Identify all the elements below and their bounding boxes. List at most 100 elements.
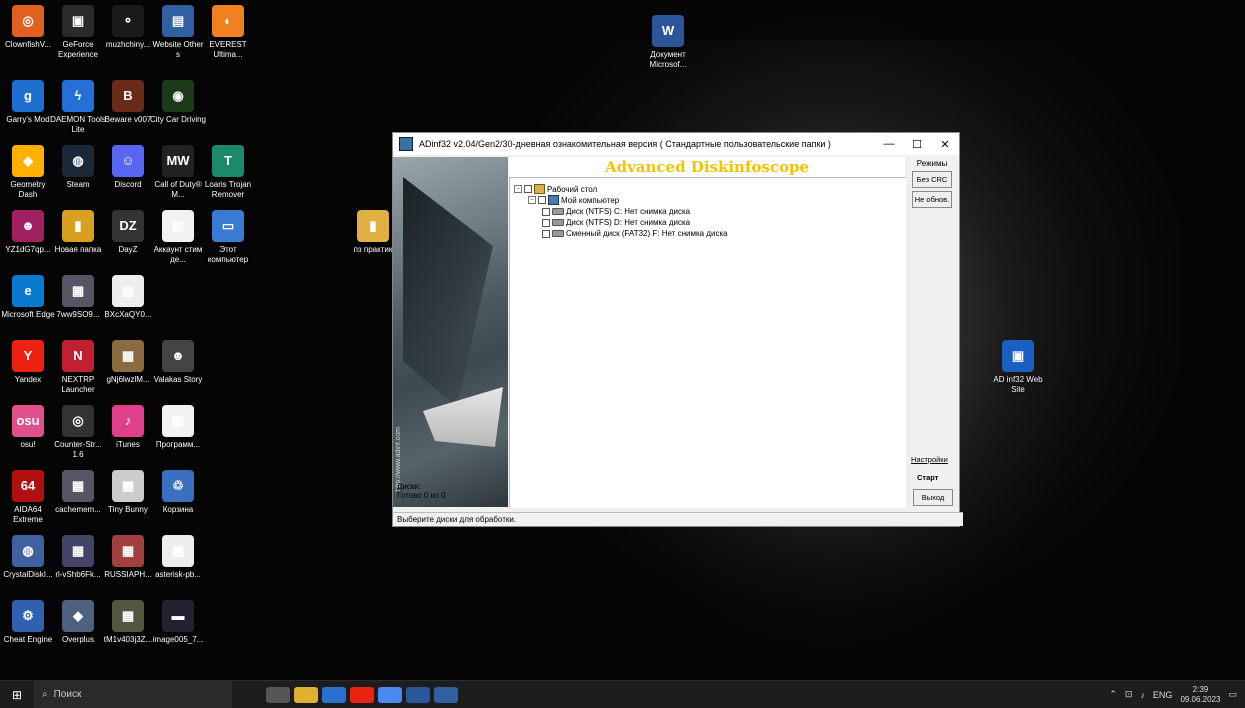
desktop-icon-item[interactable]: ◍ CrystalDiskI... (0, 535, 56, 580)
desktop-icon-item[interactable]: ◍ Steam (50, 145, 106, 190)
desktop-icon-item[interactable]: N NEXTRP Launcher (50, 340, 106, 395)
desktop-icon-item[interactable]: ⚬ muzhchiny... (100, 5, 156, 50)
desktop-icon-item[interactable]: ◉ City Car Driving (150, 80, 206, 125)
desktop-icon-item[interactable]: ▤ BXcXaQY0... (100, 275, 156, 320)
desktop-icon-item[interactable]: ☻ Valakas Story (150, 340, 206, 385)
checkbox[interactable] (538, 196, 546, 204)
desktop-icon-item[interactable]: 64 AIDA64 Extreme (0, 470, 56, 525)
task-view-icon[interactable] (266, 686, 290, 703)
taskbar: ⊞ ⌕ Поиск ⌃ ⊡ ♪ ENG 2:39 09.06.2023 ▭ (0, 680, 1245, 708)
desktop-icon-label: BXcXaQY0... (104, 310, 152, 319)
title-bar[interactable]: ADinf32 v2.04/Gen2/30-дневная ознакомите… (393, 133, 959, 155)
desktop-icon-item[interactable]: B Beware v007 (100, 80, 156, 125)
shortcut-icon: ◎ (12, 5, 44, 37)
desktop-icon-item[interactable]: ▤ Программ... (150, 405, 206, 450)
notification-icon[interactable]: ▭ (1228, 689, 1237, 700)
desktop-icon-item[interactable]: W Документ Microsof... (640, 15, 696, 70)
shortcut-icon: ☻ (12, 210, 44, 242)
desktop-icon-label: Garry's Mod (6, 115, 50, 124)
shortcut-icon: ▬ (162, 600, 194, 632)
tree-node-desktop[interactable]: − Рабочий стол (514, 184, 597, 194)
adinf-icon[interactable] (434, 686, 458, 703)
shortcut-icon: ▣ (1002, 340, 1034, 372)
desktop-icon-item[interactable]: DZ DayZ (100, 210, 156, 255)
desktop-icon-label: Этот компьютер (207, 245, 249, 264)
desktop-icon-item[interactable]: ▤ Website Other s (150, 5, 206, 60)
desktop-icon-item[interactable]: ⚙ Cheat Engine (0, 600, 56, 645)
shortcut-icon: ▦ (112, 600, 144, 632)
start-button[interactable]: Старт (917, 473, 938, 482)
checkbox[interactable] (542, 207, 550, 216)
shortcut-icon: ♪ (112, 405, 144, 437)
desktop-icon-item[interactable]: ◎ ClownfishV... (0, 5, 56, 50)
desktop-icon-item[interactable]: ▬ image005_7... (150, 600, 206, 645)
network-icon[interactable]: ⊡ (1125, 689, 1133, 700)
checkbox[interactable] (542, 218, 550, 227)
close-button[interactable]: ✕ (931, 138, 959, 151)
desktop-icon-item[interactable]: ▦ RUSSIAPH... (100, 535, 156, 580)
desktop-icon-item[interactable]: T Loaris Trojan Remover (200, 145, 256, 200)
desktop-icon-label: Cheat Engine (3, 635, 53, 644)
checkbox[interactable] (542, 229, 550, 238)
exit-button[interactable]: Выход (913, 489, 953, 506)
desktop-icon-item[interactable]: ♲ Корзина (150, 470, 206, 515)
checkbox[interactable] (524, 185, 532, 193)
desktop-icon-item[interactable]: ▦ asterisk-pb... (150, 535, 206, 580)
desktop-icon-item[interactable]: MW Call of Duty® M... (150, 145, 206, 200)
desktop-icon-item[interactable]: ▮ Новая папка (50, 210, 106, 255)
no-crc-button[interactable]: Без CRC (912, 171, 952, 188)
desktop-icon-item[interactable]: ◆ Overplus (50, 600, 106, 645)
shortcut-icon: ▦ (62, 535, 94, 567)
store-icon[interactable] (322, 686, 346, 703)
minimize-button[interactable]: — (875, 138, 903, 150)
desktop-icon-item[interactable]: g Garry's Mod (0, 80, 56, 125)
desktop-icon-item[interactable]: ▣ GeForce Experience (50, 5, 106, 60)
volume-icon[interactable]: ♪ (1140, 690, 1145, 700)
desktop-icon-item[interactable]: ☺ Discord (100, 145, 156, 190)
desktop-icon-item[interactable]: ▦ gNj6lwzlM... (100, 340, 156, 385)
tree-node-computer[interactable]: − Мой компьютер (528, 195, 619, 205)
desktop-icon-item[interactable]: ▣ AD inf32 Web Site (990, 340, 1046, 395)
desktop-icon-item[interactable]: ▦ 7ww9SO9... (50, 275, 106, 320)
desktop-icon-item[interactable]: ◐ EVEREST Ultima... (200, 5, 256, 60)
file-explorer-icon[interactable] (294, 686, 318, 703)
desktop-icon-item[interactable]: ▦ Tiny Bunny (100, 470, 156, 515)
chevron-up-icon[interactable]: ⌃ (1109, 689, 1117, 700)
desktop-icon-label: 7ww9SO9... (56, 310, 100, 319)
desktop-icon-item[interactable]: ◎ Counter-Str... 1.6 (50, 405, 106, 460)
collapse-icon[interactable]: − (514, 185, 522, 193)
desktop-icon-item[interactable]: osu osu! (0, 405, 56, 450)
tree-node-disk-f[interactable]: Сменный диск (FAT32) F: Нет снимка диска (542, 229, 728, 238)
desktop-icon-item[interactable]: ϟ DAEMON Tools Lite (50, 80, 106, 135)
tree-node-disk-d[interactable]: Диск (NTFS) D: Нет снимка диска (542, 218, 690, 227)
desktop-icon-item[interactable]: ▦ cachemem... (50, 470, 106, 515)
search-box[interactable]: ⌕ Поиск (34, 681, 232, 708)
no-update-button[interactable]: Не обнов. (912, 191, 952, 208)
desktop-icon-item[interactable]: ▭ Этот компьютер (200, 210, 256, 265)
language-indicator[interactable]: ENG (1153, 690, 1173, 700)
chrome-icon[interactable] (378, 686, 402, 703)
maximize-button[interactable]: ☐ (903, 138, 931, 151)
desktop-icon-item[interactable]: ☻ YZ1dG7qp... (0, 210, 56, 255)
desktop-icon-item[interactable]: ♪ iTunes (100, 405, 156, 450)
desktop-icon-item[interactable]: ▦ tM1v403j3Z... (100, 600, 156, 645)
desktop-icon-item[interactable]: ▦ rl-vShb6Fk... (50, 535, 106, 580)
desktop-icon-label: Overplus (61, 635, 94, 644)
yandex-icon[interactable] (350, 686, 374, 703)
collapse-icon[interactable]: − (528, 196, 536, 204)
clock-date: 09.06.2023 (1180, 694, 1221, 704)
desktop-icon-item[interactable]: ▤ Аккаунт стим де... (150, 210, 206, 265)
desktop-icon-item[interactable]: e Microsoft Edge (0, 275, 56, 320)
desktop-icon-label: Аккаунт стим де... (153, 245, 203, 264)
word-icon[interactable] (406, 686, 430, 703)
desktop-icon-item[interactable]: Y Yandex (0, 340, 56, 385)
desktop-icon-label: Geometry Dash (10, 180, 46, 199)
tree-node-disk-c[interactable]: Диск (NTFS) C: Нет снимка диска (542, 207, 690, 216)
settings-button[interactable]: Настройки (911, 455, 948, 464)
shortcut-icon: ◆ (12, 145, 44, 177)
clock[interactable]: 2:39 09.06.2023 (1180, 685, 1220, 705)
shortcut-icon: ◐ (212, 5, 244, 37)
windows-start-icon[interactable]: ⊞ (0, 688, 34, 702)
desktop-icon-item[interactable]: ◆ Geometry Dash (0, 145, 56, 200)
desktop-icon-label: Website Other s (152, 40, 204, 59)
